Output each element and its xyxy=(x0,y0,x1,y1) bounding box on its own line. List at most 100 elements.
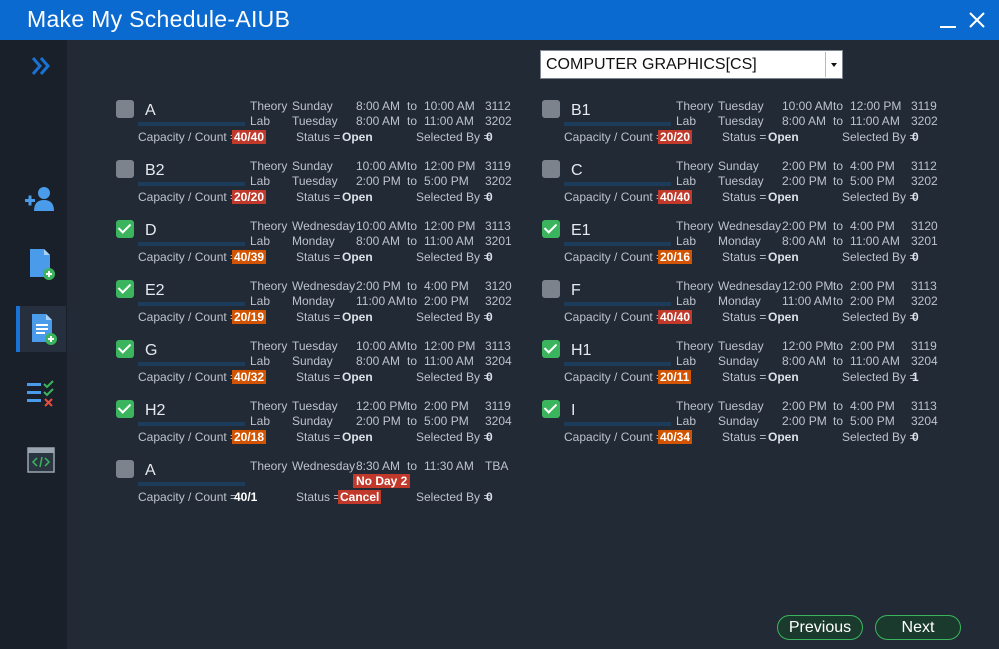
sidebar-item-add-user[interactable] xyxy=(16,177,66,223)
theory-to: to xyxy=(407,459,418,473)
theory-day: Tuesday xyxy=(718,99,764,113)
theory-end: 2:00 PM xyxy=(850,339,895,353)
chevron-down-icon[interactable] xyxy=(825,52,841,77)
theory-end: 12:00 PM xyxy=(424,159,476,173)
selected-by-label: Selected By = xyxy=(842,250,917,264)
theory-to: to xyxy=(407,339,418,353)
status-label: Status = xyxy=(722,190,767,204)
capacity-badge: 40/34 xyxy=(658,430,693,444)
theory-start: 2:00 PM xyxy=(782,399,827,413)
lab-to: to xyxy=(407,294,418,308)
previous-button[interactable]: Previous xyxy=(777,615,863,640)
section-checkbox[interactable] xyxy=(116,400,134,418)
next-button[interactable]: Next xyxy=(875,615,961,640)
lab-day: Monday xyxy=(292,294,335,308)
section-checkbox[interactable] xyxy=(542,340,560,358)
theory-label: Theory xyxy=(250,459,288,473)
lab-start: 8:00 AM xyxy=(356,234,401,248)
selected-by-label: Selected By = xyxy=(416,130,491,144)
status-badge: Open xyxy=(768,310,799,324)
lab-label: Lab xyxy=(676,414,697,428)
section-name: G xyxy=(145,342,158,359)
theory-room: 3113 xyxy=(485,219,511,233)
theory-room: 3120 xyxy=(485,279,512,293)
lab-end: 5:00 PM xyxy=(850,414,895,428)
lab-label: Lab xyxy=(250,414,271,428)
status-label: Status = xyxy=(722,430,767,444)
lab-label: Lab xyxy=(676,174,697,188)
section-underline xyxy=(564,122,671,126)
section-name: E1 xyxy=(571,222,591,239)
section-checkbox[interactable] xyxy=(116,280,134,298)
lab-day: Monday xyxy=(718,234,761,248)
section-underline xyxy=(138,122,245,126)
section-underline xyxy=(138,302,245,306)
section-checkbox[interactable] xyxy=(542,220,560,238)
theory-end: 2:00 PM xyxy=(424,399,469,413)
theory-room: 3112 xyxy=(911,159,937,173)
lab-room: 3202 xyxy=(911,294,938,308)
section-checkbox[interactable] xyxy=(116,160,134,178)
sidebar-item-add-document[interactable] xyxy=(16,306,66,352)
selected-by-value: 0 xyxy=(486,190,493,204)
theory-start: 2:00 PM xyxy=(782,219,827,233)
section-checkbox[interactable] xyxy=(542,280,560,298)
section-underline xyxy=(138,362,245,366)
lab-day: Tuesday xyxy=(718,114,764,128)
selected-by-label: Selected By = xyxy=(842,310,917,324)
sidebar-item-add-file[interactable] xyxy=(16,241,66,287)
capacity-label: Capacity / Count = xyxy=(564,130,664,144)
section-checkbox[interactable] xyxy=(542,100,560,118)
capacity-badge: 20/19 xyxy=(232,310,267,324)
theory-day: Sunday xyxy=(718,159,759,173)
section-checkbox[interactable] xyxy=(542,400,560,418)
selected-by-label: Selected By = xyxy=(842,190,917,204)
section-underline xyxy=(138,242,245,246)
sidebar-item-expand[interactable] xyxy=(16,43,66,89)
section-checkbox[interactable] xyxy=(542,160,560,178)
lab-label: Lab xyxy=(250,234,271,248)
capacity-badge: 20/20 xyxy=(232,190,267,204)
course-select[interactable]: COMPUTER GRAPHICS[CS] xyxy=(540,50,843,79)
section-row: C Theory Sunday 2:00 PM to 4:00 PM 3112 Lab Tues… xyxy=(542,159,942,216)
section-row: I Theory Tuesday 2:00 PM to 4:00 PM 3113 Lab Sun… xyxy=(542,399,942,456)
lab-to: to xyxy=(407,234,418,248)
selected-by-value: 0 xyxy=(912,310,919,324)
capacity-badge: 20/16 xyxy=(658,250,693,264)
lab-label: Lab xyxy=(676,114,697,128)
minimize-icon[interactable] xyxy=(936,8,962,34)
theory-to: to xyxy=(407,399,418,413)
selected-by-value: 0 xyxy=(486,310,493,324)
theory-to: to xyxy=(407,159,418,173)
lab-label: Lab xyxy=(676,294,697,308)
lab-start: 11:00 AM xyxy=(782,294,832,308)
theory-start: 8:30 AM xyxy=(356,459,401,473)
status-label: Status = xyxy=(296,310,341,324)
status-badge: Cancel xyxy=(338,490,382,504)
section-row: E2 Theory Wednesday 2:00 PM to 4:00 PM 3120 Lab… xyxy=(116,279,516,336)
lab-to: to xyxy=(833,114,844,128)
sidebar-item-code[interactable] xyxy=(16,437,66,483)
section-checkbox[interactable] xyxy=(116,100,134,118)
section-checkbox[interactable] xyxy=(116,460,134,478)
lab-start: 2:00 PM xyxy=(782,174,827,188)
theory-start: 2:00 PM xyxy=(782,159,827,173)
theory-day: Sunday xyxy=(292,159,333,173)
close-icon[interactable] xyxy=(966,8,992,34)
course-select-value: COMPUTER GRAPHICS[CS] xyxy=(546,56,757,73)
section-checkbox[interactable] xyxy=(116,220,134,238)
capacity-label: Capacity / Count = xyxy=(564,190,664,204)
theory-end: 4:00 PM xyxy=(424,279,469,293)
section-checkbox[interactable] xyxy=(116,340,134,358)
theory-day: Sunday xyxy=(292,99,333,113)
section-name: A xyxy=(145,102,156,119)
lab-room: 3204 xyxy=(911,354,938,368)
lab-start: 8:00 AM xyxy=(356,114,401,128)
selected-by-label: Selected By = xyxy=(416,370,491,384)
lab-to: to xyxy=(407,114,418,128)
theory-to: to xyxy=(833,159,844,173)
theory-room: 3112 xyxy=(485,99,511,113)
theory-day: Tuesday xyxy=(718,399,764,413)
section-name: C xyxy=(571,162,583,179)
sidebar-item-checklist[interactable] xyxy=(16,371,66,417)
